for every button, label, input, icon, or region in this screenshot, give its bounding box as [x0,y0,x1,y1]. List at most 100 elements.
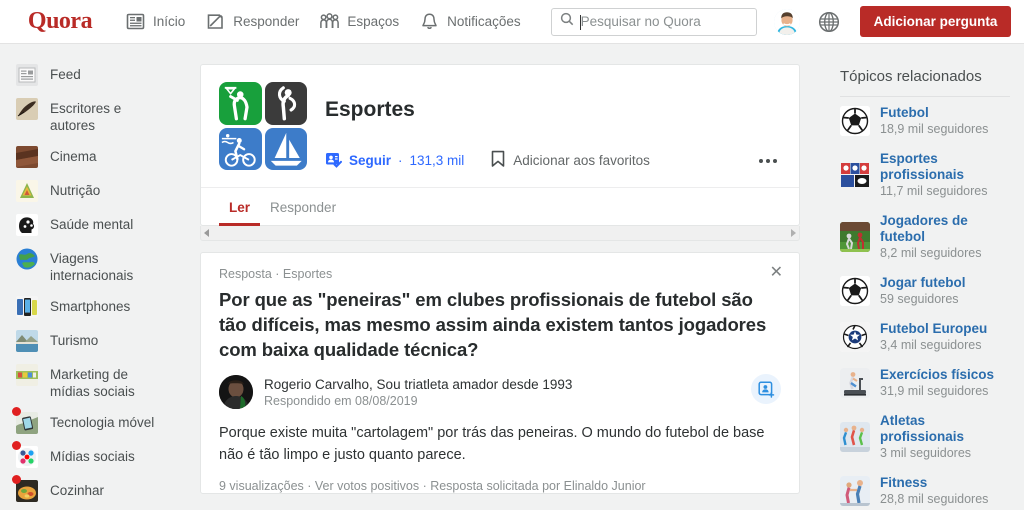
related-topic-followers: 28,8 mil seguidores [880,492,989,506]
soccer-players-icon [840,221,870,252]
related-topic-name[interactable]: Jogadores de futebol [880,213,1010,245]
answer-footer-stats[interactable]: 9 visualizações · Ver votos positivos · … [219,479,781,493]
answer-breadcrumb: Resposta · Esportes [219,267,333,281]
author-name[interactable]: Rogerio Carvalho, Sou triatleta amador d… [264,377,572,392]
nav-item-inicio-label: Início [153,14,186,29]
related-topics-heading: Tópicos relacionados [840,68,1010,97]
related-topic-name[interactable]: Futebol Europeu [880,321,987,337]
cinema-icon [16,146,38,168]
related-topic-info: Jogadores de futebol 8,2 mil seguidores [880,213,1010,260]
sidebar-item-marketing-de-midias-sociais[interactable]: Marketing de mídias sociais [0,358,196,406]
sidebar-item-cozinhar[interactable]: Cozinhar [0,474,196,508]
tab-responder[interactable]: Responder [260,188,346,225]
related-topic-name[interactable]: Atletas profissionais [880,413,1010,445]
related-topic-name[interactable]: Esportes profissionais [880,151,1010,183]
right-sidebar: Tópicos relacionados Futebol 18,9 mil seg… [824,44,1024,510]
related-topic-followers: 18,9 mil seguidores [880,122,989,136]
sidebar-item-label: Tecnologia móvel [50,415,155,430]
follow-topic-button[interactable]: Seguir · 131,3 mil [325,151,464,171]
nav-item-espacos[interactable]: Espaços [309,7,409,36]
sidebar-item-midias-sociais[interactable]: Mídias sociais [0,440,196,474]
sidebar-item-escritores-e-autores[interactable]: Escritores e autores [0,92,196,140]
text-caret [579,14,581,30]
scroll-right-arrow-icon[interactable] [791,229,796,237]
add-question-button[interactable]: Adicionar pergunta [859,6,1012,37]
related-topics-list: Futebol 18,9 mil seguidores Esportes profi… [840,97,1010,510]
follow-count: 131,3 mil [409,153,465,168]
nav-item-responder[interactable]: Responder [195,7,309,36]
related-topic-info: Futebol 18,9 mil seguidores [880,105,988,136]
sidebar-item-viagens-internacionais[interactable]: Viagens internacionais [0,242,196,290]
writers-authors-icon [16,98,38,120]
topic-header-card: Esportes Seguir · 131,3 mil Adicionar ao… [200,64,800,226]
search-box[interactable] [550,7,757,36]
tab-ler[interactable]: Ler [219,188,261,226]
answer-body: Porque existe muita "cartolagem" por trá… [219,425,765,463]
search-input[interactable] [580,13,748,29]
sidebar-item-label: Marketing de mídias sociais [50,367,135,399]
topic-action-bar: Seguir · 131,3 mil Adicionar aos favorit… [325,150,781,171]
related-topic-info: Exercícios físicos 31,9 mil seguidores [880,367,994,398]
related-topic-item[interactable]: Jogadores de futebol 8,2 mil seguidores [840,205,1010,267]
unread-badge [12,475,21,484]
soccer-ball-icon [840,275,870,306]
related-topic-followers: 3,4 mil seguidores [880,338,982,352]
nav-item-inicio[interactable]: Início [115,7,195,36]
sidebar-item-label: Turismo [50,333,99,348]
cooking-icon [16,480,38,502]
related-topic-info: Fitness 28,8 mil seguidores [880,475,988,506]
nav-item-notificacoes-label: Notificações [447,14,521,29]
related-topic-item[interactable]: Exercícios físicos 31,9 mil seguidores [840,359,1010,405]
related-topic-item[interactable]: Atletas profissionais 3 mil seguidores [840,405,1010,467]
more-options-icon[interactable] [755,155,781,167]
related-topic-name[interactable]: Exercícios físicos [880,367,994,383]
sidebar-item-cinema[interactable]: Cinema [0,140,196,174]
smartphones-icon [16,296,38,318]
author-avatar[interactable] [219,375,253,409]
tabs-horizontal-scrollbar[interactable] [200,226,800,241]
related-topic-name[interactable]: Futebol [880,105,988,121]
related-topic-item[interactable]: Jogar futebol 59 seguidores [840,267,1010,313]
question-title[interactable]: Por que as "peneiras" em clubes profissi… [219,287,781,362]
main-content: Esportes Seguir · 131,3 mil Adicionar ao… [196,44,824,510]
follow-badge-icon [325,151,342,171]
sidebar-item-nutricao[interactable]: Nutrição [0,174,196,208]
sidebar-item-label: Nutrição [50,183,101,198]
bookmark-button[interactable]: Adicionar aos favoritos [490,150,650,171]
globe-language-icon[interactable] [816,9,842,35]
search-icon [560,12,574,31]
avatar[interactable] [773,8,800,35]
close-icon[interactable]: ✕ [770,265,783,281]
nav-item-espacos-label: Espaços [347,14,400,29]
mental-health-icon [16,214,38,236]
sidebar-item-feed[interactable]: Feed [0,58,196,92]
quora-logo[interactable]: Quora [5,8,115,35]
scroll-left-arrow-icon[interactable] [204,229,209,237]
related-topic-item[interactable]: Futebol Europeu 3,4 mil seguidores [840,313,1010,359]
sidebar-item-label: Feed [50,67,81,82]
related-topic-item[interactable]: Futebol 18,9 mil seguidores [840,97,1010,143]
topic-tile-sailing [264,127,307,170]
related-topic-followers: 3 mil seguidores [880,446,972,460]
bookmark-label: Adicionar aos favoritos [513,153,650,168]
follow-author-icon[interactable] [751,374,781,404]
fitness-icon [840,475,870,506]
topic-info: Esportes Seguir · 131,3 mil Adicionar ao… [325,82,781,171]
nav-item-notificacoes[interactable]: Notificações [409,7,531,36]
related-topic-name[interactable]: Fitness [880,475,988,491]
left-sidebar: Feed Escritores e autores Cinema Nutriçã… [0,44,196,510]
sidebar-item-smartphones[interactable]: Smartphones [0,290,196,324]
sidebar-item-turismo[interactable]: Turismo [0,324,196,358]
related-topic-item[interactable]: Esportes profissionais 11,7 mil seguidore… [840,143,1010,205]
sidebar-item-label: Escritores e autores [50,101,122,133]
sidebar-item-saude-mental[interactable]: Saúde mental [0,208,196,242]
related-topic-name[interactable]: Jogar futebol [880,275,966,291]
related-topic-followers: 8,2 mil seguidores [880,246,982,260]
related-topic-item[interactable]: Fitness 28,8 mil seguidores [840,467,1010,510]
sidebar-item-tecnologia-movel[interactable]: Tecnologia móvel [0,406,196,440]
follow-separator: · [398,153,403,168]
related-topic-info: Atletas profissionais 3 mil seguidores [880,413,1010,460]
related-topic-followers: 11,7 mil seguidores [880,184,988,198]
euro-football-icon [840,321,870,352]
topic-image-grid [219,82,307,170]
